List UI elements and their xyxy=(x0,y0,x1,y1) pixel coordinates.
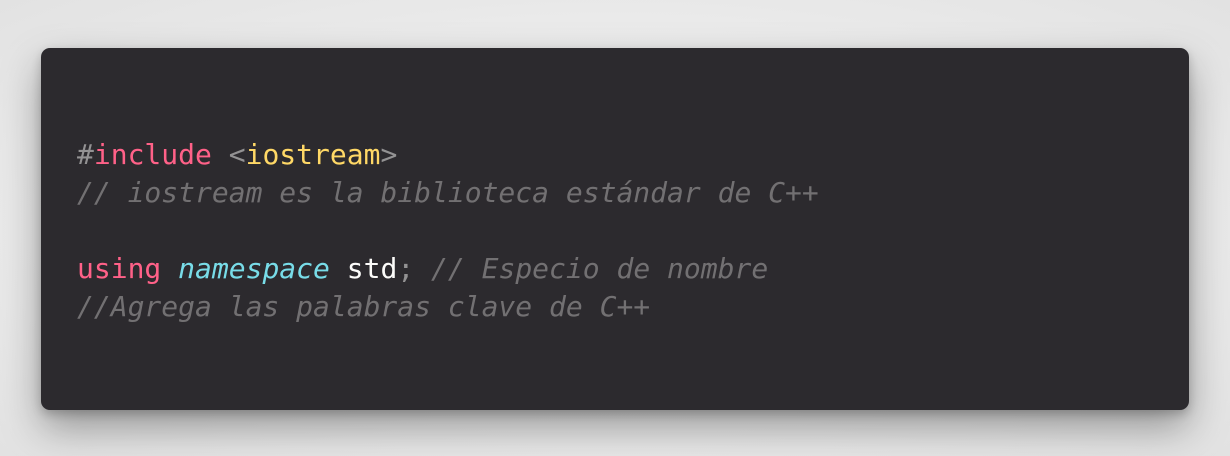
comment-text: //Agrega las palabras clave de C++ xyxy=(77,290,651,323)
code-line-include: #include <iostream> xyxy=(77,136,1153,174)
hash-symbol: # xyxy=(77,138,94,171)
using-keyword: using xyxy=(77,252,162,285)
header-name: iostream xyxy=(245,138,381,171)
code-line-comment-keywords: //Agrega las palabras clave de C++ xyxy=(77,288,1153,326)
comment-text: // iostream es la biblioteca estándar de… xyxy=(77,176,819,209)
comment-text: // Especio de nombre xyxy=(431,252,769,285)
namespace-keyword: namespace xyxy=(178,252,330,285)
semicolon: ; xyxy=(397,252,415,285)
code-line-comment-iostream: // iostream es la biblioteca estándar de… xyxy=(77,174,1153,212)
code-snippet-window: #include <iostream> // iostream es la bi… xyxy=(41,48,1189,410)
angle-bracket-open: < xyxy=(228,138,246,171)
include-directive: include xyxy=(93,138,212,171)
code-line-using-namespace: using namespace std; // Especio de nombr… xyxy=(77,250,1153,288)
angle-bracket-close: > xyxy=(380,138,398,171)
std-identifier: std xyxy=(346,252,398,285)
